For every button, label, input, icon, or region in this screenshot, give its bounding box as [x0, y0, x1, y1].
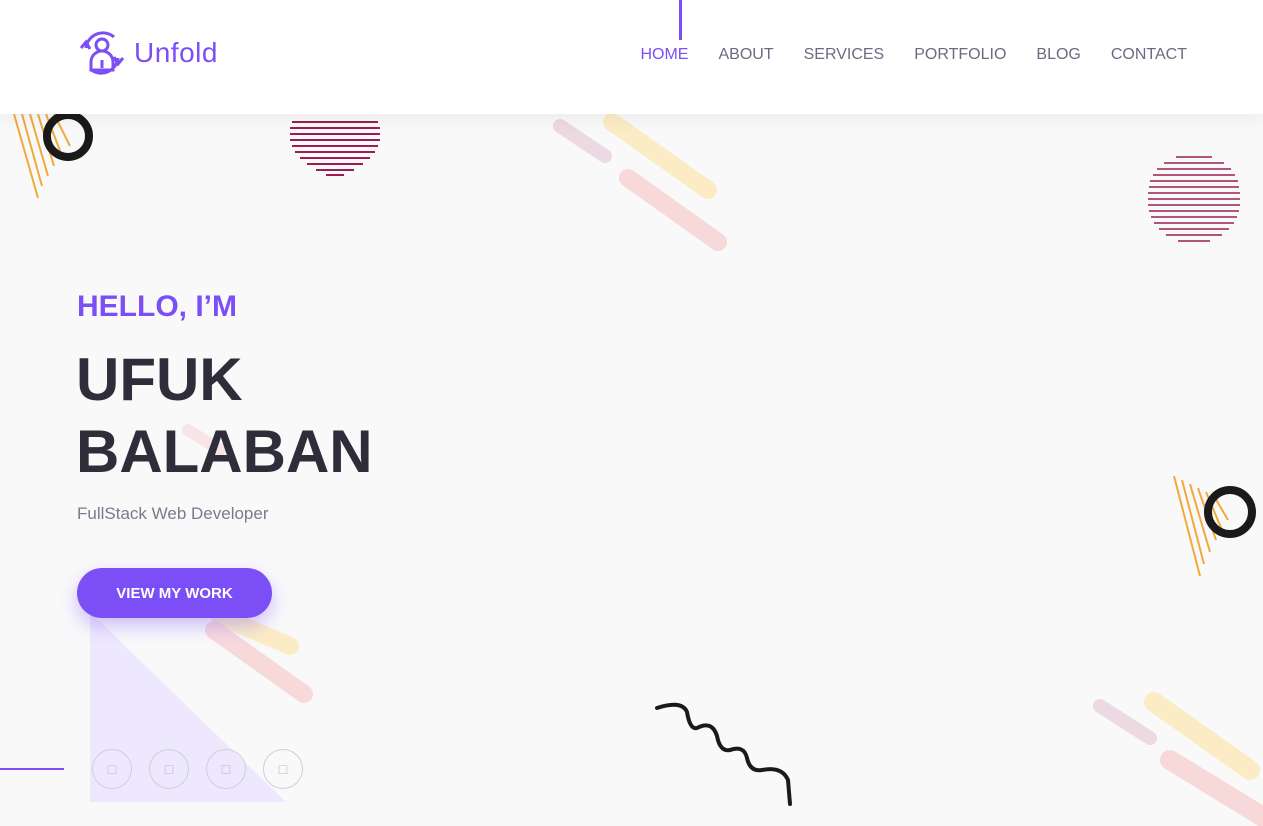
social-icon-4: □ [278, 761, 288, 777]
social-link-3[interactable]: □ [206, 749, 246, 789]
decor-pills-top [553, 114, 727, 251]
social-icon-1: □ [107, 761, 117, 777]
decor-striped-circle-top [290, 121, 380, 176]
decor-triangle-ring-top-left [13, 114, 93, 199]
social-link-1[interactable]: □ [92, 749, 132, 789]
nav-active-indicator [679, 0, 682, 40]
decor-striped-circle-right [1148, 156, 1240, 242]
nav-blog[interactable]: BLOG [1036, 46, 1080, 64]
person-refresh-icon [79, 31, 125, 75]
hero-greeting: HELLO, I’M [77, 290, 237, 323]
brand-name: Unfold [134, 37, 218, 68]
decor-squiggle [655, 702, 792, 806]
social-link-4[interactable]: □ [263, 749, 303, 789]
nav-home[interactable]: HOME [640, 46, 688, 64]
hero-role: FullStack Web Developer [77, 504, 269, 523]
site-header: Unfold HOME ABOUT SERVICES PORTFOLIO BLO… [0, 0, 1263, 114]
social-link-2[interactable]: □ [149, 749, 189, 789]
nav-about[interactable]: ABOUT [718, 46, 773, 64]
social-icon-3: □ [221, 761, 231, 777]
nav-services[interactable]: SERVICES [804, 46, 885, 64]
nav-contact[interactable]: CONTACT [1111, 46, 1187, 64]
hero-name-line1: UFUK [76, 346, 243, 413]
brand-logo[interactable]: Unfold [78, 30, 218, 76]
decor-triangle-ring-right [1173, 475, 1256, 577]
main-nav: HOME ABOUT SERVICES PORTFOLIO BLOG CONTA… [640, 46, 1187, 64]
nav-portfolio[interactable]: PORTFOLIO [914, 46, 1006, 64]
view-my-work-button[interactable]: VIEW MY WORK [77, 568, 272, 618]
decor-pills-bottom-right [1093, 692, 1263, 826]
hero-name-line2: BALABAN [76, 418, 373, 485]
hero-name: UFUK BALABAN [76, 344, 373, 488]
social-icon-2: □ [164, 761, 174, 777]
social-line [0, 768, 64, 770]
